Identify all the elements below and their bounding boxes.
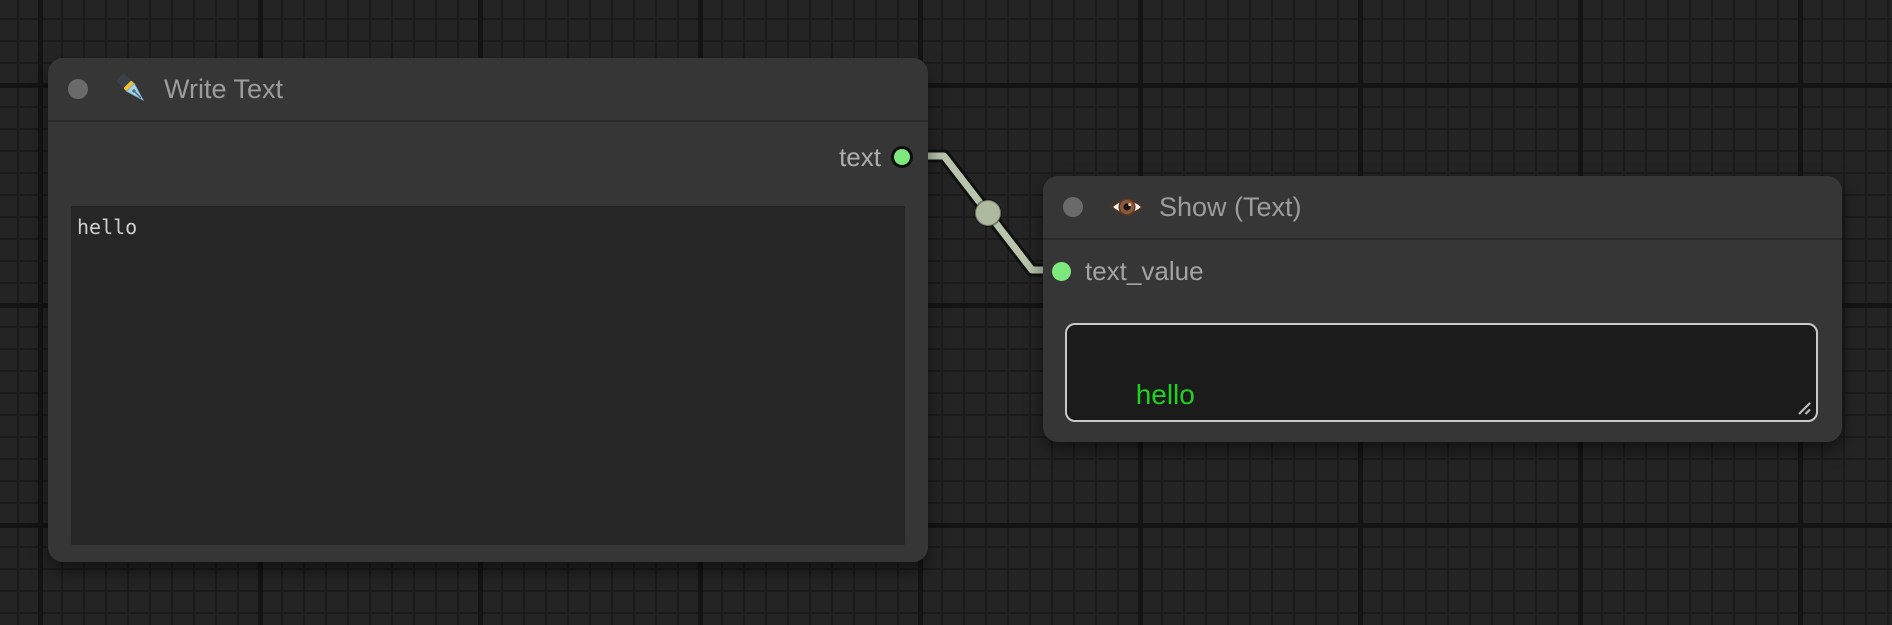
input-port-label: text_value — [1085, 256, 1204, 287]
node-title: Show (Text) — [1159, 192, 1302, 223]
input-port-row: text_value — [1052, 252, 1204, 290]
fountain-pen-icon — [114, 71, 150, 107]
resize-handle-icon[interactable] — [1794, 398, 1812, 416]
node-show-text[interactable]: Show (Text) text_value hello — [1043, 176, 1842, 442]
node-write-text-titlebar: Write Text — [48, 58, 928, 122]
node-write-text[interactable]: Write Text text hello — [48, 58, 928, 562]
output-port-text[interactable] — [891, 146, 913, 168]
node-graph-canvas[interactable]: Write Text text hello Show (Text) text_v… — [0, 0, 1892, 625]
node-title: Write Text — [164, 74, 283, 105]
input-port-text-value[interactable] — [1052, 262, 1071, 281]
collapse-toggle[interactable] — [1063, 197, 1083, 217]
show-text-value-display[interactable]: hello — [1065, 323, 1818, 422]
link-midpoint-dot[interactable] — [975, 200, 1001, 226]
output-port-row: text — [839, 138, 913, 176]
collapse-toggle[interactable] — [68, 79, 88, 99]
shown-text: hello — [1136, 379, 1195, 410]
output-port-label: text — [839, 142, 881, 173]
write-text-input[interactable]: hello — [71, 206, 905, 545]
node-show-text-titlebar: Show (Text) — [1043, 176, 1842, 240]
eye-icon — [1109, 189, 1145, 225]
